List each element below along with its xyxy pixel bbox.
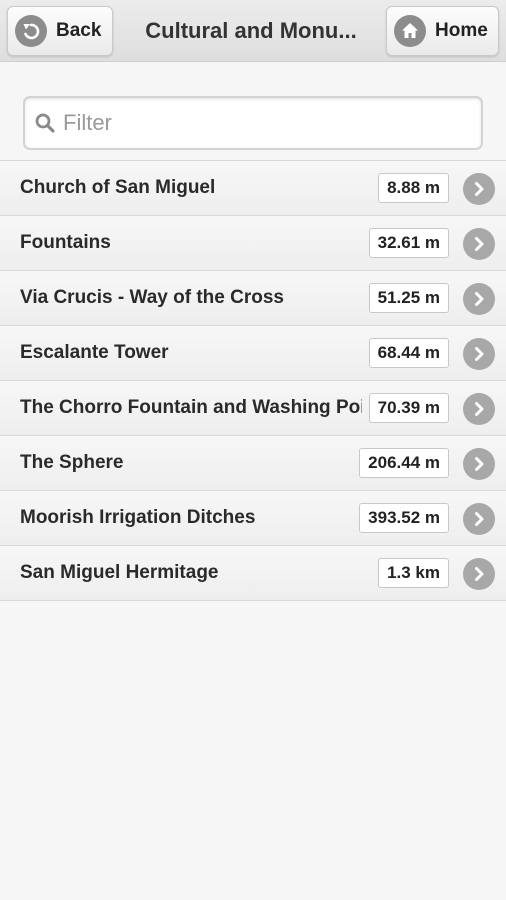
filter-input[interactable] [63,98,473,148]
list-item[interactable]: Fountains 32.61 m [0,216,506,271]
back-button-label: Back [56,20,102,41]
distance-badge: 393.52 m [359,503,449,533]
chevron-right-icon[interactable] [463,503,495,535]
list-item[interactable]: Church of San Miguel 8.88 m [0,161,506,216]
chevron-right-icon[interactable] [463,558,495,590]
chevron-right-icon[interactable] [463,448,495,480]
list-item-label: The Chorro Fountain and Washing Poin [20,397,362,418]
list-item-label: The Sphere [20,452,124,473]
header-bar: Back Cultural and Monu... Home [0,0,506,62]
distance-badge: 8.88 m [378,173,449,203]
list-item[interactable]: Via Crucis - Way of the Cross 51.25 m [0,271,506,326]
list-item[interactable]: Escalante Tower 68.44 m [0,326,506,381]
chevron-right-icon[interactable] [463,228,495,260]
chevron-right-icon[interactable] [463,338,495,370]
distance-badge: 51.25 m [368,283,449,313]
distance-badge: 1.3 km [378,558,449,588]
distance-badge: 70.39 m [368,393,449,423]
list-item-label: Escalante Tower [20,342,169,363]
distance-badge: 206.44 m [359,448,449,478]
page-title: Cultural and Monu... [145,18,357,43]
back-button[interactable]: Back [7,6,113,56]
distance-badge: 32.61 m [368,228,449,258]
home-button-label: Home [435,20,488,41]
chevron-right-icon[interactable] [463,173,495,205]
home-button[interactable]: Home [386,6,499,56]
places-list: Church of San Miguel 8.88 m Fountains 32.61… [0,160,506,601]
chevron-right-icon[interactable] [463,283,495,315]
distance-badge: 68.44 m [368,338,449,368]
list-item-label: Moorish Irrigation Ditches [20,507,256,528]
list-item-label: Via Crucis - Way of the Cross [20,287,284,308]
list-item-label: San Miguel Hermitage [20,562,219,583]
chevron-right-icon[interactable] [463,393,495,425]
list-item-label: Church of San Miguel [20,177,216,198]
home-icon [394,15,426,47]
list-item[interactable]: San Miguel Hermitage 1.3 km [0,546,506,601]
list-item[interactable]: Moorish Irrigation Ditches 393.52 m [0,491,506,546]
back-arrow-icon [15,15,47,47]
filter-field[interactable] [23,96,483,150]
list-item[interactable]: The Sphere 206.44 m [0,436,506,491]
search-icon [33,111,57,135]
list-item-label: Fountains [20,232,111,253]
list-item[interactable]: The Chorro Fountain and Washing Poin 70.3… [0,381,506,436]
